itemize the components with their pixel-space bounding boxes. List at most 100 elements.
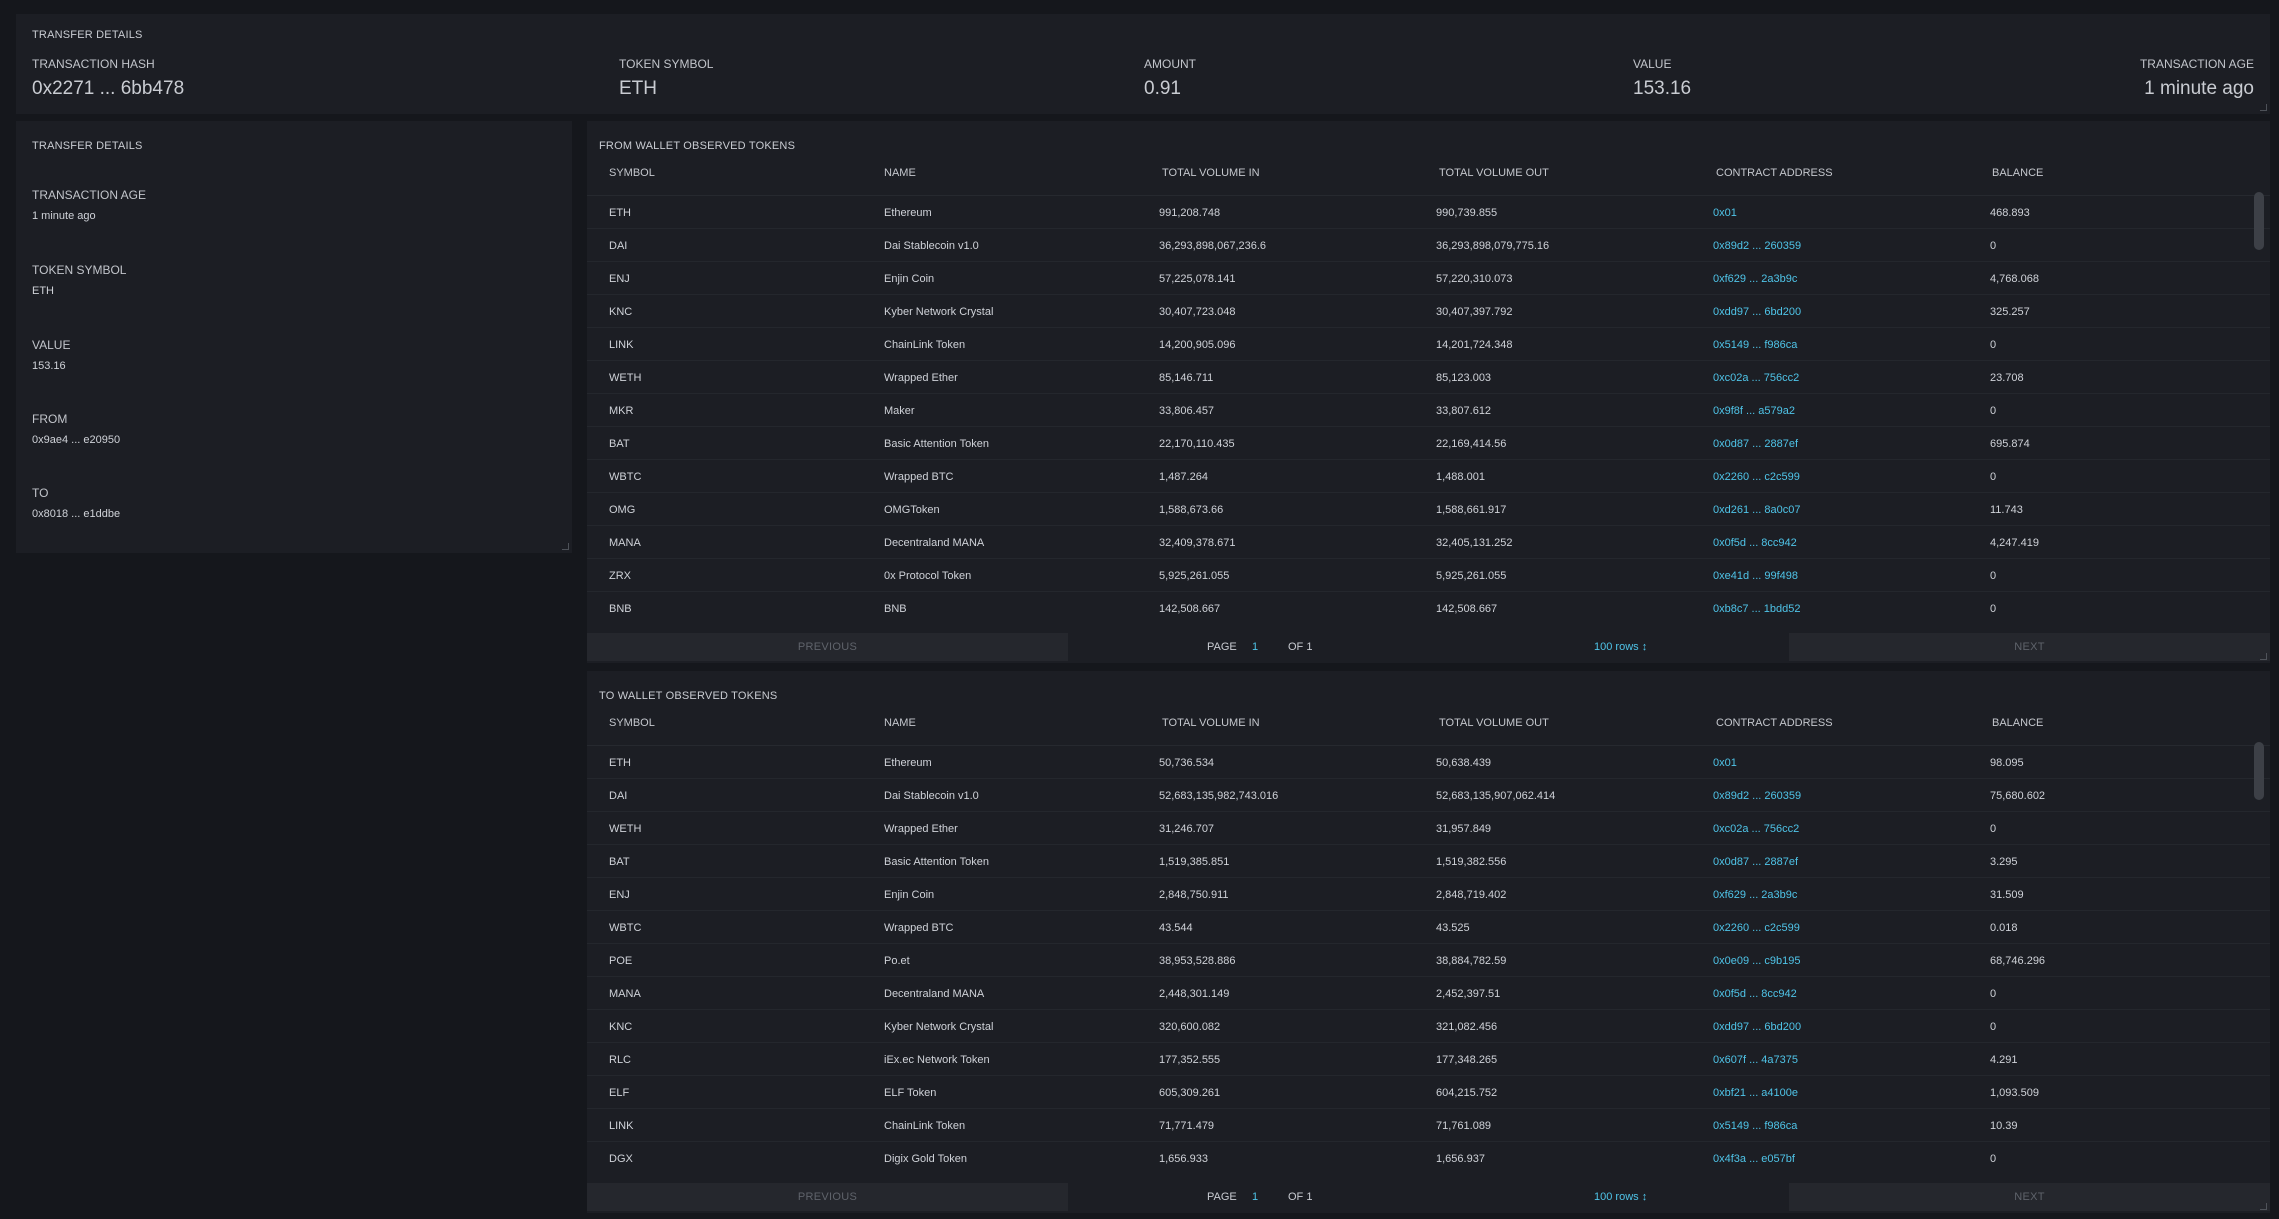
table-row[interactable]: ELF ELF Token 605,309.261 604,215.752 0xbf21… [587, 1076, 2270, 1109]
transaction-hash-link[interactable]: 0x2271 ... 6bb478 [32, 78, 184, 100]
cell-contract-address[interactable]: 0x607f ... 4a7375 [1713, 1054, 1798, 1066]
table-row[interactable]: MANA Decentraland MANA 32,409,378.671 32,40… [587, 526, 2270, 559]
previous-button[interactable]: PREVIOUS [587, 633, 1068, 661]
cell-contract-address[interactable]: 0x0f5d ... 8cc942 [1713, 988, 1797, 1000]
table-row[interactable]: DGX Digix Gold Token 1,656.933 1,656.937 0x4… [587, 1142, 2270, 1174]
column-header-volume-in[interactable]: TOTAL VOLUME IN [1162, 717, 1260, 729]
cell-contract-address[interactable]: 0x9f8f ... a579a2 [1713, 405, 1795, 417]
cell-contract-address[interactable]: 0xdd97 ... 6bd200 [1713, 1021, 1801, 1033]
table-row[interactable]: BAT Basic Attention Token 1,519,385.851 1,5… [587, 845, 2270, 878]
column-header-volume-out[interactable]: TOTAL VOLUME OUT [1439, 717, 1549, 729]
table-row[interactable]: WETH Wrapped Ether 31,246.707 31,957.849 0xc… [587, 812, 2270, 845]
table-row[interactable]: OMG OMGToken 1,588,673.66 1,588,661.917 0xd2… [587, 493, 2270, 526]
cell-balance: 0 [1990, 240, 1997, 252]
cell-contract-address[interactable]: 0xdd97 ... 6bd200 [1713, 306, 1801, 318]
table-row[interactable]: LINK ChainLink Token 71,771.479 71,761.089 0… [587, 1109, 2270, 1142]
column-header-symbol[interactable]: SYMBOL [609, 167, 655, 179]
table-row[interactable]: BAT Basic Attention Token 22,170,110.435 22… [587, 427, 2270, 460]
cell-symbol: ENJ [609, 273, 630, 285]
to-wallet-tokens-panel: TO WALLET OBSERVED TOKENS SYMBOL NAME TO… [587, 671, 2270, 1213]
column-header-contract[interactable]: CONTRACT ADDRESS [1716, 717, 1833, 729]
cell-contract-address[interactable]: 0xbf21 ... a4100e [1713, 1087, 1798, 1099]
cell-name: Digix Gold Token [884, 1153, 967, 1165]
cell-volume-in: 1,656.933 [1159, 1153, 1208, 1165]
column-header-volume-in[interactable]: TOTAL VOLUME IN [1162, 167, 1260, 179]
table-row[interactable]: WETH Wrapped Ether 85,146.711 85,123.003 0xc… [587, 361, 2270, 394]
scrollbar-thumb[interactable] [2254, 742, 2264, 800]
cell-contract-address[interactable]: 0x0f5d ... 8cc942 [1713, 537, 1797, 549]
rows-per-page-select[interactable]: 100 rows ↕ [1594, 1191, 1647, 1203]
cell-contract-address[interactable]: 0x89d2 ... 260359 [1713, 240, 1801, 252]
cell-contract-address[interactable]: 0x2260 ... c2c599 [1713, 471, 1800, 483]
cell-contract-address[interactable]: 0x0d87 ... 2887ef [1713, 438, 1798, 450]
cell-contract-address[interactable]: 0x01 [1713, 207, 1737, 219]
field-value: ETH [32, 285, 54, 297]
to-field: TO 0x8018 ... e1ddbe [32, 486, 120, 520]
cell-name: Po.et [884, 955, 910, 967]
resize-handle[interactable] [2260, 1203, 2267, 1210]
table-body: ETH Ethereum 991,208.748 990,739.855 0x01 468… [587, 196, 2270, 624]
table-row[interactable]: RLC iEx.ec Network Token 177,352.555 177,34… [587, 1043, 2270, 1076]
page-number-input[interactable]: 1 [1252, 1191, 1258, 1203]
resize-handle[interactable] [2260, 104, 2267, 111]
from-address-link[interactable]: 0x9ae4 ... e20950 [32, 434, 120, 446]
cell-contract-address[interactable]: 0xe41d ... 99f498 [1713, 570, 1798, 582]
cell-contract-address[interactable]: 0xf629 ... 2a3b9c [1713, 889, 1797, 901]
transfer-details-panel: TRANSFER DETAILS TRANSACTION AGE 1 minut… [16, 121, 572, 553]
table-row[interactable]: BNB BNB 142,508.667 142,508.667 0xb8c7 ... 1… [587, 592, 2270, 624]
column-header-contract[interactable]: CONTRACT ADDRESS [1716, 167, 1833, 179]
cell-symbol: BNB [609, 603, 632, 615]
table-row[interactable]: MKR Maker 33,806.457 33,807.612 0x9f8f ... a… [587, 394, 2270, 427]
next-button[interactable]: NEXT [1789, 633, 2270, 661]
cell-volume-out: 52,683,135,907,062.414 [1436, 790, 1556, 802]
table-row[interactable]: KNC Kyber Network Crystal 320,600.082 321,0… [587, 1010, 2270, 1043]
table-row[interactable]: ZRX 0x Protocol Token 5,925,261.055 5,925,2… [587, 559, 2270, 592]
table-row[interactable]: ETH Ethereum 50,736.534 50,638.439 0x01 98.09… [587, 746, 2270, 779]
table-row[interactable]: ENJ Enjin Coin 2,848,750.911 2,848,719.402 0… [587, 878, 2270, 911]
table-row[interactable]: MANA Decentraland MANA 2,448,301.149 2,452,… [587, 977, 2270, 1010]
cell-contract-address[interactable]: 0x0e09 ... c9b195 [1713, 955, 1800, 967]
table-row[interactable]: WBTC Wrapped BTC 43.544 43.525 0x2260 ... c2… [587, 911, 2270, 944]
cell-contract-address[interactable]: 0xd261 ... 8a0c07 [1713, 504, 1800, 516]
cell-name: Kyber Network Crystal [884, 306, 994, 318]
resize-handle[interactable] [562, 543, 569, 550]
cell-name: ELF Token [884, 1087, 937, 1099]
rows-per-page-select[interactable]: 100 rows ↕ [1594, 641, 1647, 653]
table-row[interactable]: DAI Dai Stablecoin v1.0 36,293,898,067,236… [587, 229, 2270, 262]
cell-contract-address[interactable]: 0x2260 ... c2c599 [1713, 922, 1800, 934]
column-header-symbol[interactable]: SYMBOL [609, 717, 655, 729]
cell-contract-address[interactable]: 0x4f3a ... e057bf [1713, 1153, 1795, 1165]
column-header-name[interactable]: NAME [884, 167, 916, 179]
cell-volume-in: 1,588,673.66 [1159, 504, 1224, 516]
cell-contract-address[interactable]: 0x5149 ... f986ca [1713, 339, 1797, 351]
table-row[interactable]: LINK ChainLink Token 14,200,905.096 14,201,… [587, 328, 2270, 361]
scrollbar-thumb[interactable] [2254, 192, 2264, 250]
cell-contract-address[interactable]: 0x0d87 ... 2887ef [1713, 856, 1798, 868]
table-row[interactable]: KNC Kyber Network Crystal 30,407,723.048 30… [587, 295, 2270, 328]
panel-title: TO WALLET OBSERVED TOKENS [599, 690, 778, 702]
next-button[interactable]: NEXT [1789, 1183, 2270, 1211]
cell-contract-address[interactable]: 0x01 [1713, 757, 1737, 769]
page-number-input[interactable]: 1 [1252, 641, 1258, 653]
table-row[interactable]: ETH Ethereum 991,208.748 990,739.855 0x01 468… [587, 196, 2270, 229]
cell-contract-address[interactable]: 0x89d2 ... 260359 [1713, 790, 1801, 802]
cell-contract-address[interactable]: 0xc02a ... 756cc2 [1713, 372, 1799, 384]
table-row[interactable]: DAI Dai Stablecoin v1.0 52,683,135,982,743… [587, 779, 2270, 812]
token-symbol-field: TOKEN SYMBOL ETH [32, 263, 126, 297]
cell-contract-address[interactable]: 0xb8c7 ... 1bdd52 [1713, 603, 1800, 615]
cell-contract-address[interactable]: 0xf629 ... 2a3b9c [1713, 273, 1797, 285]
column-header-balance[interactable]: BALANCE [1992, 717, 2043, 729]
resize-handle[interactable] [2260, 653, 2267, 660]
to-address-link[interactable]: 0x8018 ... e1ddbe [32, 508, 120, 520]
cell-contract-address[interactable]: 0xc02a ... 756cc2 [1713, 823, 1799, 835]
table-row[interactable]: WBTC Wrapped BTC 1,487.264 1,488.001 0x2260 … [587, 460, 2270, 493]
previous-button[interactable]: PREVIOUS [587, 1183, 1068, 1211]
column-header-volume-out[interactable]: TOTAL VOLUME OUT [1439, 167, 1549, 179]
table-row[interactable]: POE Po.et 38,953,528.886 38,884,782.59 0x0e0… [587, 944, 2270, 977]
cell-volume-in: 30,407,723.048 [1159, 306, 1236, 318]
table-row[interactable]: ENJ Enjin Coin 57,225,078.141 57,220,310.07… [587, 262, 2270, 295]
column-header-name[interactable]: NAME [884, 717, 916, 729]
cell-symbol: BAT [609, 856, 630, 868]
cell-contract-address[interactable]: 0x5149 ... f986ca [1713, 1120, 1797, 1132]
column-header-balance[interactable]: BALANCE [1992, 167, 2043, 179]
